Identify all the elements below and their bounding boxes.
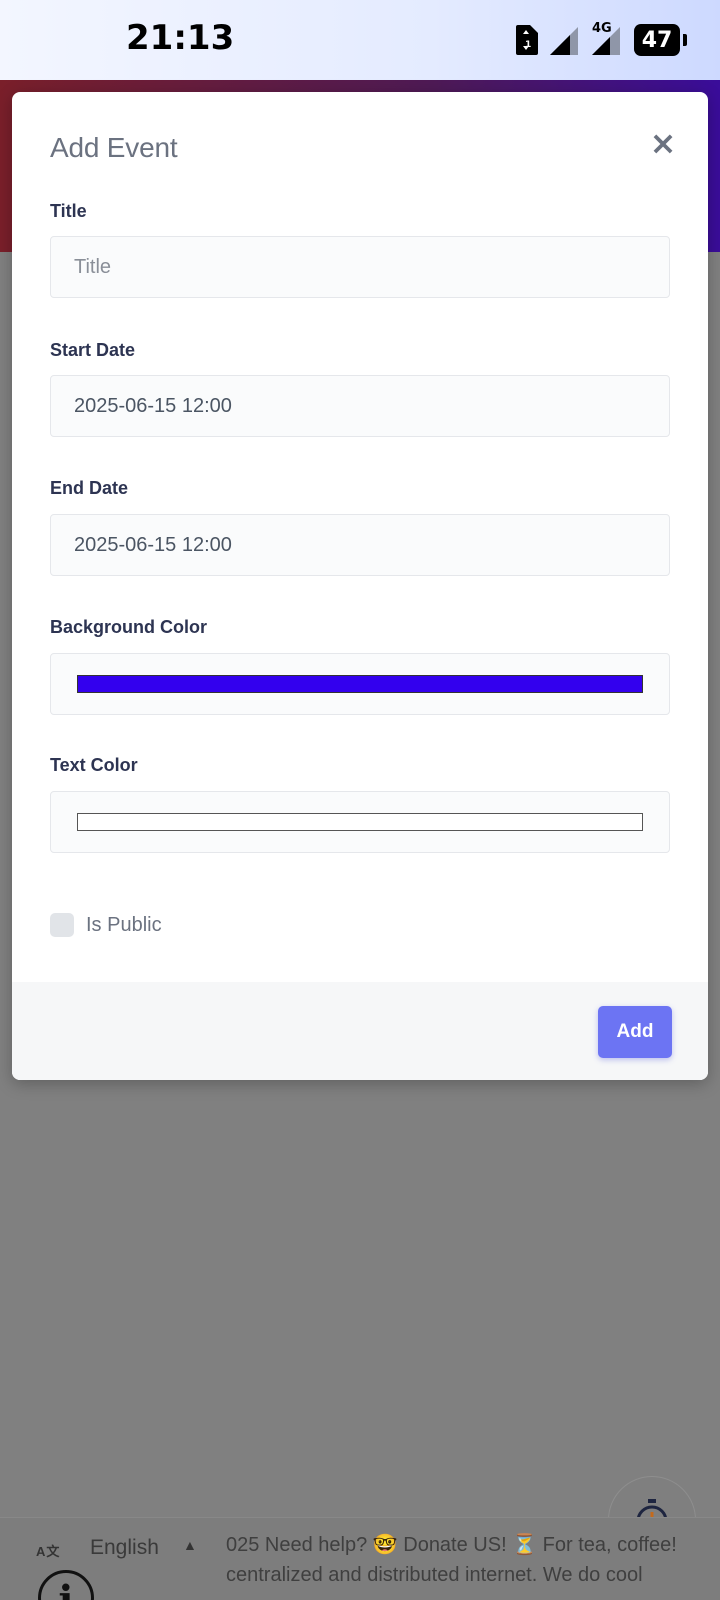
modal-footer: Add	[12, 982, 708, 1080]
text-color-input[interactable]	[50, 791, 670, 853]
svg-text:1: 1	[525, 40, 531, 50]
ticker-line-2: centralized and distributed internet. We…	[226, 1564, 643, 1586]
modal-title: Add Event	[50, 132, 178, 163]
text-color-label: Text Color	[50, 755, 138, 775]
page-footer: A文 English ▲ 025 Need help? 🤓 Donate US!…	[0, 1517, 720, 1600]
text-color-swatch[interactable]	[77, 813, 643, 831]
network-type-label: 4G	[592, 21, 612, 36]
title-input[interactable]: Title	[50, 236, 670, 298]
battery-level: 47	[641, 27, 673, 53]
signal-4g-icon: 4G	[592, 21, 622, 55]
background-color-label: Background Color	[50, 617, 208, 637]
start-date-label: Start Date	[50, 340, 136, 360]
announcement-ticker: 025 Need help? 🤓 Donate US! ⏳ For tea, c…	[226, 1530, 720, 1590]
caret-up-icon[interactable]: ▲	[183, 1537, 197, 1553]
background-color-input[interactable]	[50, 653, 670, 715]
battery-icon: 47	[634, 24, 687, 56]
language-selector[interactable]: English	[90, 1536, 159, 1560]
add-event-modal: Add Event × Title Title Start Date 2025-…	[12, 92, 708, 1080]
sim-card-icon: 1	[514, 25, 538, 55]
signal-strength-icon	[550, 25, 580, 55]
add-button[interactable]: Add	[598, 1006, 672, 1058]
start-date-input[interactable]: 2025-06-15 12:00	[50, 375, 670, 437]
background-color-swatch[interactable]	[77, 675, 643, 693]
end-date-label: End Date	[50, 478, 129, 498]
close-icon[interactable]: ×	[648, 127, 678, 159]
is-public-checkbox[interactable]	[50, 913, 74, 937]
translate-icon: A文	[36, 1544, 61, 1559]
is-public-label[interactable]: Is Public	[86, 914, 162, 937]
status-time: 21:13	[126, 18, 235, 58]
status-bar: 21:13 1 4G 47	[0, 0, 720, 80]
title-label: Title	[50, 201, 87, 221]
end-date-input[interactable]: 2025-06-15 12:00	[50, 514, 670, 576]
status-icons: 1 4G 47	[514, 21, 687, 56]
ticker-line-1: 025 Need help? 🤓 Donate US! ⏳ For tea, c…	[226, 1534, 677, 1556]
